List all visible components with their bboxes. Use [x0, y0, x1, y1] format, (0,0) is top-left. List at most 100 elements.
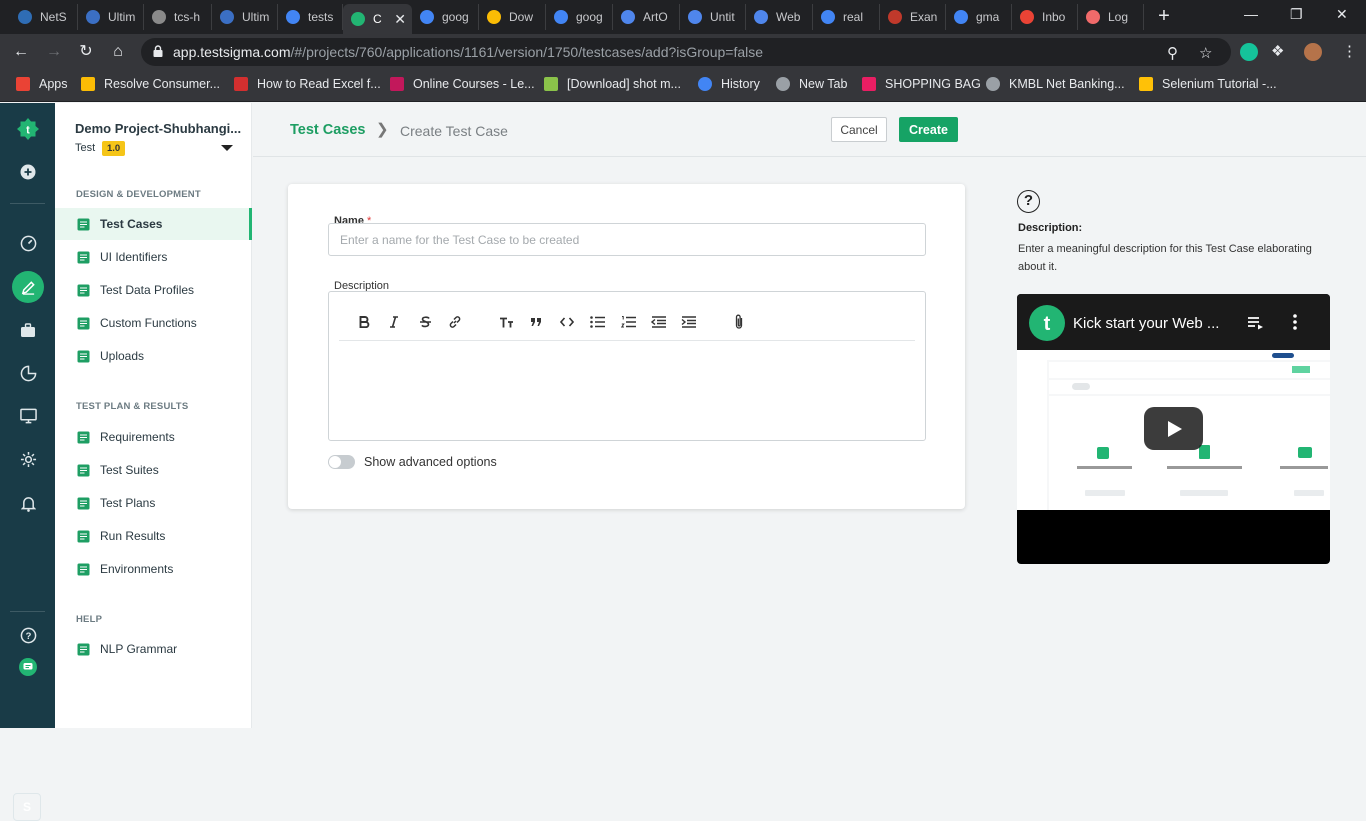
quote-icon[interactable] [526, 312, 546, 332]
bookmark-label: Selenium Tutorial -... [1162, 77, 1277, 91]
sidebar-item[interactable]: UI Identifiers [55, 241, 252, 273]
bold-icon[interactable] [354, 312, 374, 332]
tab-favicon-icon [821, 10, 835, 24]
browser-tab[interactable]: goog [412, 4, 479, 30]
reload-icon[interactable]: ↻ [76, 42, 96, 62]
browser-menu-icon[interactable]: ⋮ [1342, 42, 1357, 60]
tab-favicon-icon [554, 10, 568, 24]
bookmarks-bar: Apps Resolve Consumer... How to Read Excel… [0, 70, 1366, 102]
browser-tab[interactable]: NetS [10, 4, 78, 30]
breadcrumb-chevron-icon: ❯ [376, 121, 389, 138]
help-icon[interactable]: ? [14, 621, 42, 649]
restore-icon[interactable]: ❐ [1290, 6, 1303, 23]
link-icon[interactable] [445, 312, 465, 332]
browser-tab[interactable]: real [813, 4, 880, 30]
italic-icon[interactable] [384, 312, 404, 332]
sidebar-item[interactable]: Environments [55, 553, 252, 585]
create-button[interactable]: Create [899, 117, 958, 142]
name-input[interactable] [328, 223, 926, 256]
browser-tab[interactable]: Ultim [212, 4, 278, 30]
strikethrough-icon[interactable] [415, 312, 435, 332]
sidebar-item[interactable]: Test Suites [55, 454, 252, 486]
sidebar-item[interactable]: Test Plans [55, 487, 252, 519]
bookmark-item[interactable]: Apps [16, 77, 68, 91]
browser-tab[interactable]: C ✕ [343, 4, 412, 34]
cancel-button[interactable]: Cancel [831, 117, 887, 142]
browser-tab[interactable]: Web [746, 4, 813, 30]
indent-icon[interactable] [678, 312, 698, 332]
bookmark-item[interactable]: [Download] shot m... [544, 77, 681, 91]
sidebar-item[interactable]: Test Cases [55, 208, 252, 240]
project-name[interactable]: Demo Project-Shubhangi... [75, 121, 241, 136]
bookmark-item[interactable]: History [698, 77, 760, 91]
browser-tab[interactable]: ArtO [613, 4, 680, 30]
extensions-puzzle-icon[interactable]: ❖ [1271, 42, 1284, 60]
bookmark-star-icon[interactable]: ☆ [1199, 44, 1212, 62]
sidebar-item[interactable]: Custom Functions [55, 307, 252, 339]
breadcrumb-test-cases[interactable]: Test Cases [290, 122, 366, 138]
browser-tab[interactable]: Ultim [78, 4, 144, 30]
browser-tab[interactable]: Untit [680, 4, 746, 30]
sidebar-item[interactable]: NLP Grammar [55, 633, 252, 665]
bookmark-item[interactable]: KMBL Net Banking... [986, 77, 1125, 91]
bookmark-item[interactable]: SHOPPING BAG [862, 77, 981, 91]
browser-tab[interactable]: Log [1078, 4, 1144, 30]
attachment-icon[interactable] [729, 312, 749, 332]
description-text-area[interactable] [339, 342, 915, 437]
code-icon[interactable] [557, 312, 577, 332]
forward-icon[interactable]: → [44, 42, 64, 62]
sidebar-item[interactable]: Run Results [55, 520, 252, 552]
advanced-options-toggle[interactable] [328, 455, 355, 469]
rail-divider [10, 203, 45, 204]
tab-close-icon[interactable]: ✕ [394, 11, 406, 28]
grammarly-extension-icon[interactable] [1240, 43, 1258, 61]
sidebar-section-title: TEST PLAN & RESULTS [76, 401, 189, 412]
sidebar-item-label: Test Cases [100, 217, 163, 231]
browser-tab[interactable]: goog [546, 4, 613, 30]
heading-icon[interactable] [496, 312, 516, 332]
settings-gear-icon[interactable] [14, 445, 42, 473]
bookmark-item[interactable]: How to Read Excel f... [234, 77, 381, 91]
notifications-bell-icon[interactable] [14, 489, 42, 517]
browser-tab[interactable]: gma [946, 4, 1012, 30]
monitor-icon[interactable] [14, 402, 42, 430]
outdent-icon[interactable] [648, 312, 668, 332]
browser-tab[interactable]: Inbo [1012, 4, 1078, 30]
test-development-icon[interactable] [12, 271, 44, 303]
tutorial-video[interactable]: t Kick start your Web ... [1017, 294, 1330, 564]
user-avatar[interactable]: S [13, 793, 41, 821]
bookmark-item[interactable]: Selenium Tutorial -... [1139, 77, 1277, 91]
reports-pie-icon[interactable] [14, 359, 42, 387]
home-icon[interactable]: ⌂ [108, 42, 128, 62]
minimize-icon[interactable]: — [1244, 6, 1258, 22]
sidebar-item[interactable]: Requirements [55, 421, 252, 453]
address-bar[interactable]: app.testsigma.com/#/projects/760/applica… [141, 38, 1231, 66]
bookmark-item[interactable]: Resolve Consumer... [81, 77, 220, 91]
close-window-icon[interactable]: ✕ [1336, 6, 1348, 23]
tab-title: real [843, 10, 864, 24]
browser-tab[interactable]: Exan [880, 4, 946, 30]
chat-support-icon[interactable] [14, 653, 42, 681]
sidebar-item[interactable]: Uploads [55, 340, 252, 372]
play-button-icon[interactable] [1144, 407, 1203, 450]
briefcase-icon[interactable] [14, 316, 42, 344]
numbered-list-icon[interactable] [618, 312, 638, 332]
tab-title: C [373, 12, 382, 26]
browser-tab[interactable]: Dow [479, 4, 546, 30]
project-switcher-caret-icon[interactable] [221, 145, 233, 151]
dashboard-icon[interactable] [14, 229, 42, 257]
back-icon[interactable]: ← [11, 42, 31, 62]
sidebar-item[interactable]: Test Data Profiles [55, 274, 252, 306]
bulleted-list-icon[interactable] [587, 312, 607, 332]
video-more-icon[interactable] [1293, 314, 1297, 333]
testsigma-logo-icon[interactable]: t [14, 115, 42, 143]
zoom-icon[interactable]: ⚲ [1167, 44, 1178, 62]
queue-icon[interactable] [1247, 316, 1264, 333]
profile-avatar-icon[interactable] [1304, 43, 1322, 61]
browser-tab[interactable]: tests [278, 4, 343, 30]
bookmark-item[interactable]: Online Courses - Le... [390, 77, 535, 91]
browser-tab[interactable]: tcs-h [144, 4, 212, 30]
bookmark-item[interactable]: New Tab [776, 77, 847, 91]
new-tab-button[interactable]: + [1152, 6, 1176, 28]
add-icon[interactable] [14, 158, 42, 186]
